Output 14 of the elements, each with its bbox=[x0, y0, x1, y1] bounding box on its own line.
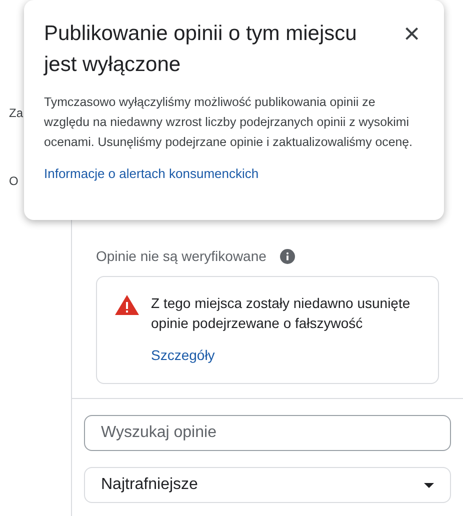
warning-icon bbox=[115, 295, 139, 315]
popup-title: Publikowanie opinii o tym miejscu jest wyłączone bbox=[44, 21, 358, 78]
sort-dropdown[interactable]: Najtrafniejsze bbox=[84, 467, 451, 503]
details-link[interactable]: Szczegóły bbox=[151, 347, 215, 363]
sidebar-item[interactable]: O bbox=[9, 174, 18, 188]
notice-text: Opinie nie są weryfikowane bbox=[96, 248, 266, 264]
search-field[interactable]: Wyszukaj opinie bbox=[84, 415, 451, 451]
popup-text: Tymczasowo wyłączyliśmy możliwość publikowania opinii ze względu na niedawny wzrost liczby podejrzanych opinii z wysokimi ocenami. Usunęliśmy podejrzane opinie i zaktualizowaliśmy ocenę. bbox=[44, 94, 414, 151]
alert-text: Z tego miejsca zostały niedawno usunięte opinie podejrzewane o fałszywość bbox=[151, 294, 412, 333]
consumer-alerts-link[interactable]: Informacje o alertach konsumenckich bbox=[44, 166, 259, 181]
close-button[interactable]: × bbox=[400, 20, 424, 48]
info-icon[interactable] bbox=[280, 248, 296, 264]
caret-icon bbox=[424, 482, 434, 488]
sidebar-item[interactable]: Za bbox=[9, 106, 24, 120]
